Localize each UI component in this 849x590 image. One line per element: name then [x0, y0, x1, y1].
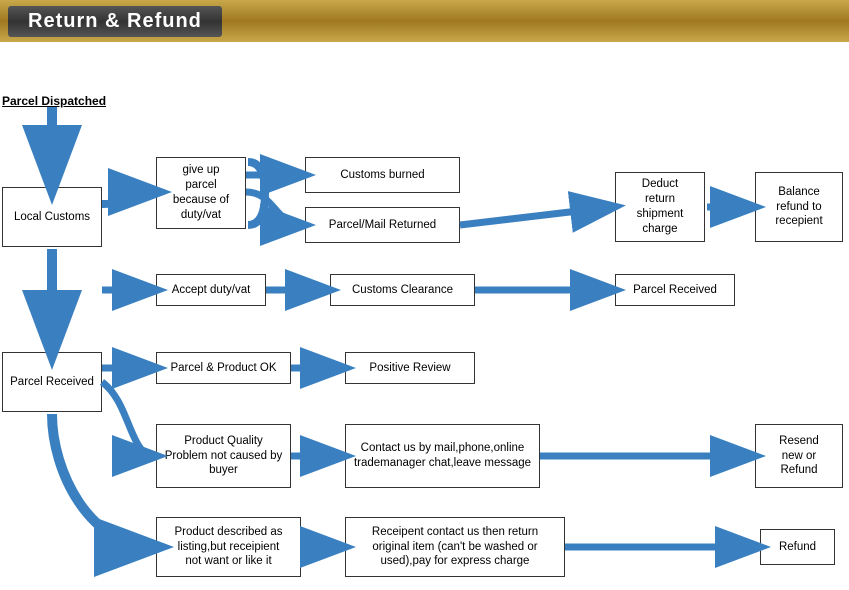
product-quality-box: Product Quality Problem not caused by bu… [156, 424, 291, 488]
positive-review-box: Positive Review [345, 352, 475, 384]
header-title: Return & Refund [28, 10, 202, 32]
accept-duty-box: Accept duty/vat [156, 274, 266, 306]
balance-refund-box: Balance refund to recepient [755, 172, 843, 242]
parcel-received-top-box: Parcel Received [615, 274, 735, 306]
local-customs-box: Local Customs [2, 187, 102, 247]
parcel-mail-returned-box: Parcel/Mail Returned [305, 207, 460, 243]
product-described-box: Product described as listing,but receipi… [156, 517, 301, 577]
header: Return & Refund [0, 0, 849, 42]
customs-clearance-box: Customs Clearance [330, 274, 475, 306]
customs-burned-box: Customs burned [305, 157, 460, 193]
main-content: Parcel Dispatched Local Customs give up … [0, 42, 849, 590]
deduct-return-box: Deduct return shipment charge [615, 172, 705, 242]
resend-refund-box: Resend new or Refund [755, 424, 843, 488]
parcel-product-ok-box: Parcel & Product OK [156, 352, 291, 384]
flow-arrows [0, 42, 849, 590]
parcel-received-box: Parcel Received [2, 352, 102, 412]
give-up-parcel-box: give up parcel because of duty/vat [156, 157, 246, 229]
refund-box: Refund [760, 529, 835, 565]
contact-us-box: Contact us by mail,phone,online trademan… [345, 424, 540, 488]
parcel-dispatched-label: Parcel Dispatched [2, 94, 106, 108]
receipent-contact-box: Receipent contact us then return origina… [345, 517, 565, 577]
header-title-box: Return & Refund [8, 6, 222, 37]
